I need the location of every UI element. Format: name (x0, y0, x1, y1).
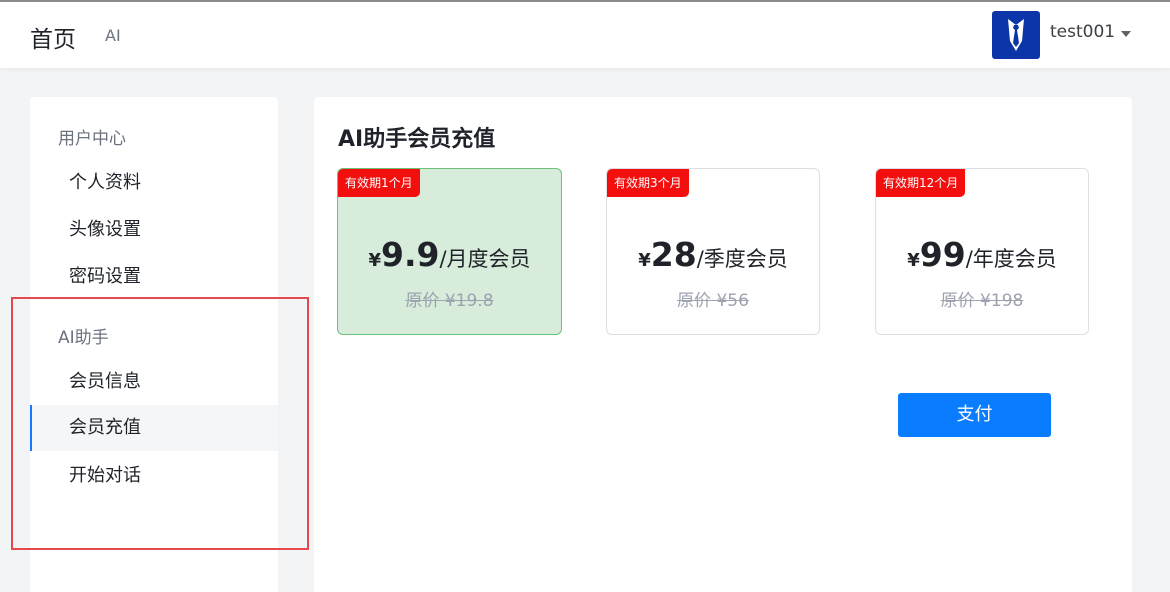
tie-avatar-icon (1008, 19, 1024, 51)
validity-badge: 有效期1个月 (338, 169, 420, 197)
price-value: 99 (919, 235, 966, 274)
validity-badge: 有效期12个月 (876, 169, 966, 197)
sidebar-item-profile[interactable]: 个人资料 (30, 160, 278, 206)
annotation-highlight-box (11, 297, 309, 550)
plan-period: /季度会员 (696, 247, 788, 271)
sidebar-item-password-settings[interactable]: 密码设置 (30, 254, 278, 300)
plan-card-monthly[interactable]: 有效期1个月 ¥9.9/月度会员 原价 ¥19.8 (337, 168, 562, 335)
sidebar-group-user-center: 用户中心 (58, 129, 126, 149)
user-avatar[interactable] (992, 11, 1040, 59)
page-title: AI助手会员充值 (338, 127, 496, 152)
price-value: 9.9 (380, 235, 440, 274)
plan-period: /年度会员 (965, 247, 1057, 271)
top-nav-bar: 首页 AI test001 (0, 2, 1170, 68)
price-value: 28 (650, 235, 697, 274)
plan-card-quarterly[interactable]: 有效期3个月 ¥28/季度会员 原价 ¥56 (606, 168, 820, 335)
original-price: 原价 ¥56 (677, 291, 749, 311)
currency-symbol: ¥ (638, 250, 651, 271)
plan-card-yearly[interactable]: 有效期12个月 ¥99/年度会员 原价 ¥198 (875, 168, 1089, 335)
nav-ai-link[interactable]: AI (105, 26, 121, 45)
caret-down-icon[interactable] (1121, 31, 1131, 37)
pay-button[interactable]: 支付 (898, 393, 1051, 437)
username-label[interactable]: test001 (1050, 22, 1115, 42)
currency-symbol: ¥ (368, 250, 381, 271)
original-price: 原价 ¥19.8 (405, 291, 494, 311)
plan-period: /月度会员 (439, 247, 531, 271)
currency-symbol: ¥ (907, 250, 920, 271)
main-panel: AI助手会员充值 有效期1个月 ¥9.9/月度会员 原价 ¥19.8 有效期3个… (314, 97, 1132, 592)
price-line: ¥99/年度会员 (876, 235, 1088, 274)
price-line: ¥28/季度会员 (607, 235, 819, 274)
original-price: 原价 ¥198 (940, 291, 1024, 311)
nav-home-link[interactable]: 首页 (30, 20, 76, 54)
sidebar-item-avatar-settings[interactable]: 头像设置 (30, 207, 278, 253)
validity-badge: 有效期3个月 (607, 169, 689, 197)
price-line: ¥9.9/月度会员 (338, 235, 561, 274)
